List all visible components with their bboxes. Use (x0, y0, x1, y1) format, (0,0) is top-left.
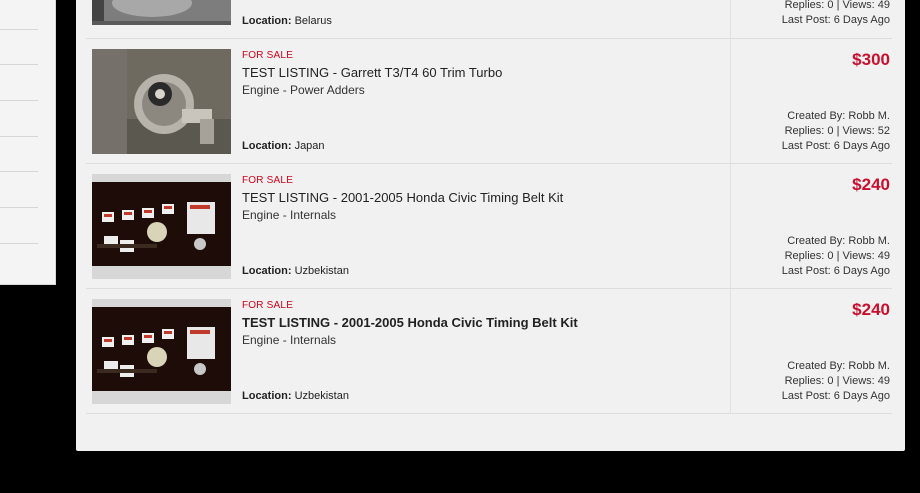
column-divider (730, 0, 731, 38)
listing-card[interactable]: Location: Belarus Replies: 0 | Views: 49… (86, 0, 892, 39)
listings-panel: Location: Belarus Replies: 0 | Views: 49… (76, 0, 905, 451)
listing-card[interactable]: FOR SALE TEST LISTING - 2001-2005 Honda … (86, 289, 892, 414)
listing-location: Location: Japan (242, 140, 325, 152)
listing-thumbnail[interactable] (92, 0, 231, 25)
listing-title[interactable]: TEST LISTING - Garrett T3/T4 60 Trim Tur… (242, 65, 502, 80)
listing-location: Location: Uzbekistan (242, 390, 349, 402)
listing-creator: Created By: Robb M. (787, 360, 890, 372)
sidebar-divider (0, 207, 38, 208)
listing-price: $300 (852, 50, 890, 69)
listing-thumbnail[interactable] (92, 174, 231, 279)
column-divider (730, 289, 731, 413)
listing-thumbnail[interactable] (92, 299, 231, 404)
sidebar-divider (0, 136, 38, 137)
sidebar-divider (0, 64, 38, 65)
listing-status: FOR SALE (242, 50, 294, 61)
column-divider (730, 164, 731, 288)
listing-stats: Replies: 0 | Views: 49 (784, 250, 890, 262)
column-divider (730, 39, 731, 163)
listing-category: Engine - Internals (242, 208, 337, 222)
listing-last-post: Last Post: 6 Days Ago (781, 390, 890, 402)
listing-last-post: Last Post: 6 Days Ago (781, 140, 890, 152)
sidebar-divider (0, 29, 38, 30)
listing-card[interactable]: FOR SALE TEST LISTING - Garrett T3/T4 60… (86, 39, 892, 164)
sidebar-divider (0, 171, 38, 172)
listing-creator: Created By: Robb M. (787, 235, 890, 247)
listing-status: FOR SALE (242, 300, 294, 311)
listing-category: Engine - Internals (242, 333, 337, 347)
listing-category: Engine - Power Adders (242, 83, 365, 97)
listing-stats: Replies: 0 | Views: 49 (784, 0, 890, 11)
sidebar-menu (0, 0, 56, 285)
listing-last-post: Last Post: 6 Days Ago (781, 14, 890, 26)
listing-location: Location: Uzbekistan (242, 265, 349, 277)
listing-thumbnail[interactable] (92, 49, 231, 154)
listing-stats: Replies: 0 | Views: 52 (784, 125, 890, 137)
listing-creator: Created By: Robb M. (787, 110, 890, 122)
listing-last-post: Last Post: 6 Days Ago (781, 265, 890, 277)
listing-title[interactable]: TEST LISTING - 2001-2005 Honda Civic Tim… (242, 315, 578, 330)
sidebar-divider (0, 243, 38, 244)
listing-card[interactable]: FOR SALE TEST LISTING - 2001-2005 Honda … (86, 164, 892, 289)
listing-price: $240 (852, 300, 890, 319)
listing-stats: Replies: 0 | Views: 49 (784, 375, 890, 387)
listing-title[interactable]: TEST LISTING - 2001-2005 Honda Civic Tim… (242, 190, 563, 205)
listing-location: Location: Belarus (242, 15, 332, 27)
listing-price: $240 (852, 175, 890, 194)
scrollbar[interactable] (905, 0, 920, 493)
listing-status: FOR SALE (242, 175, 294, 186)
sidebar-divider (0, 100, 38, 101)
